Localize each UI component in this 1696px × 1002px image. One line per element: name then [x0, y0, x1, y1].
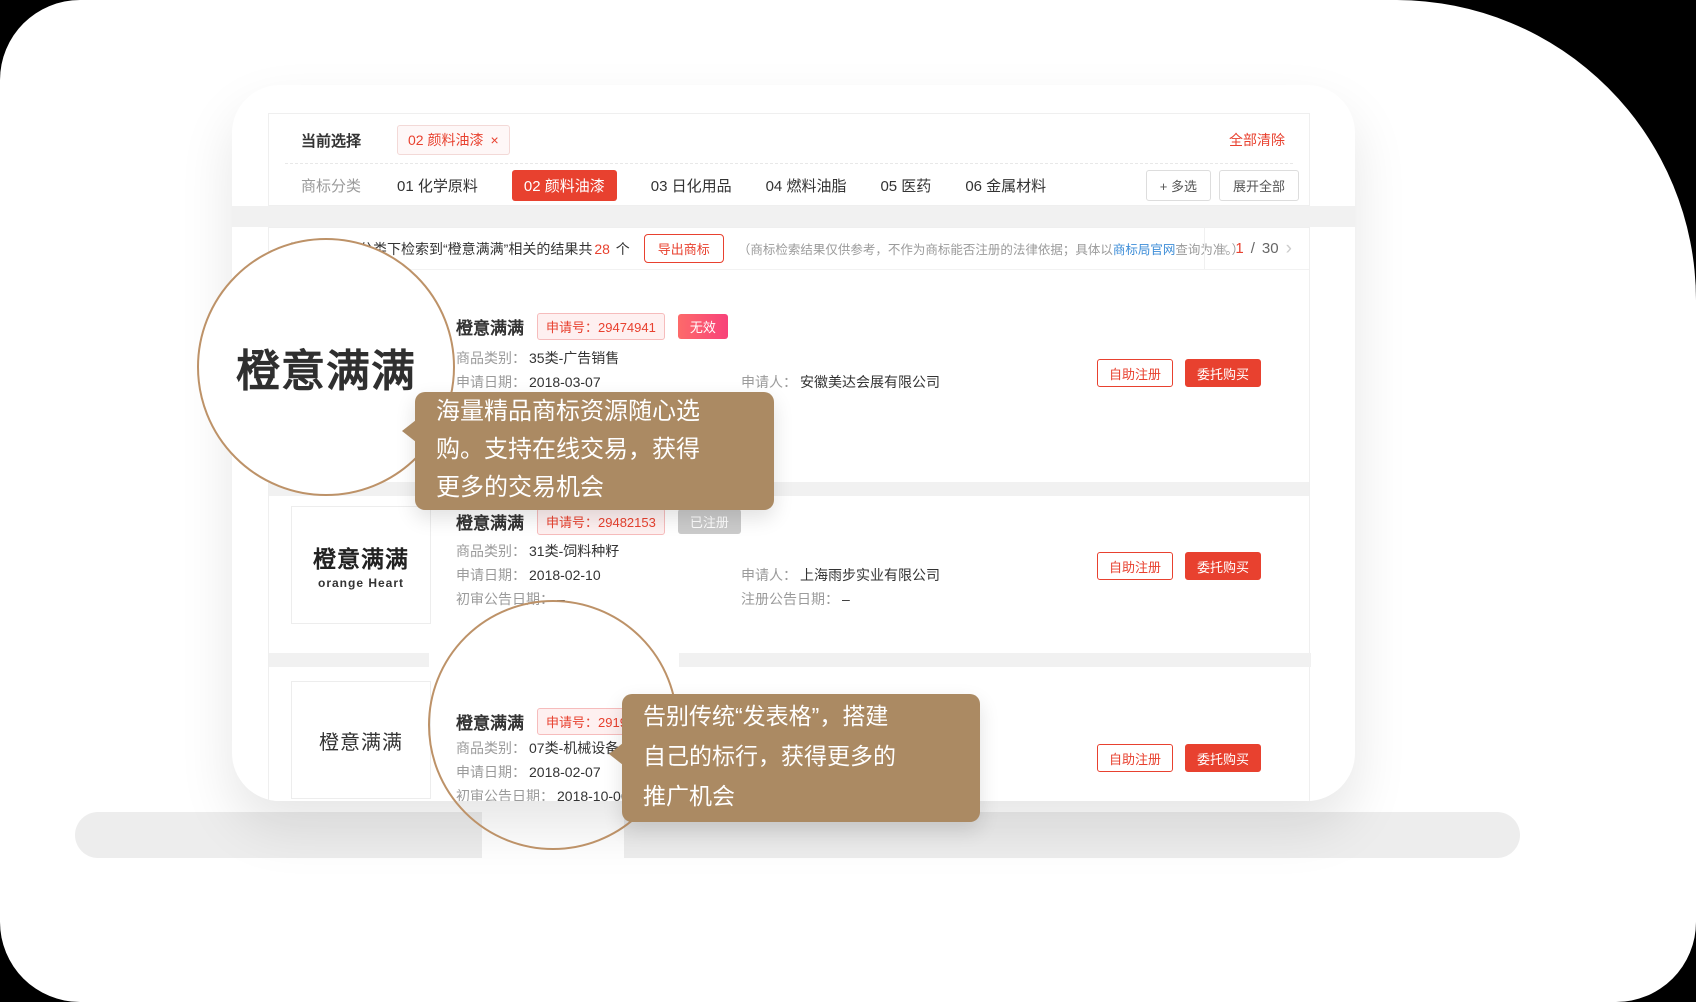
- category-item-06[interactable]: 06 金属材料: [965, 175, 1046, 196]
- category-item-05[interactable]: 05 医药: [880, 175, 931, 196]
- self-register-button[interactable]: 自助注册: [1097, 359, 1173, 387]
- close-icon[interactable]: ×: [490, 132, 498, 148]
- application-number-badge: 申请号：29474941: [537, 313, 665, 340]
- field-apply-date: 申请日期：2018-02-10: [456, 565, 601, 585]
- field-applicant: 申请人：安徽美达会展有限公司: [741, 372, 940, 392]
- pagination: ‹ 1 / 30 ›: [1204, 228, 1309, 269]
- trademark-image-tile[interactable]: 橙意满满 orange Heart: [291, 506, 431, 624]
- field-category: 商品类别：35类-广告销售: [456, 348, 619, 368]
- export-trademarks-button[interactable]: 导出商标: [644, 234, 724, 263]
- trademark-name: 橙意满满: [456, 314, 524, 339]
- trademark-name: 橙意满满: [456, 509, 524, 534]
- dashed-divider: [285, 163, 1293, 164]
- page-canvas: 当前选择 02 颜料油漆 × 全部清除 商标分类 01 化学原料 02 颜料油漆…: [0, 0, 1696, 1002]
- section-divider-strip: [232, 206, 1355, 227]
- status-badge: 无效: [678, 314, 728, 339]
- pagination-current: 1: [1235, 240, 1243, 257]
- callout-tooltip-promotion: 告别传统“发表格”，搭建 自己的标行，获得更多的 推广机会: [622, 694, 980, 822]
- chevron-right-icon[interactable]: ›: [1286, 239, 1292, 258]
- result-row-2: 橙意满满 orange Heart 橙意满满 申请号：29482153 已注册 …: [269, 495, 1309, 653]
- field-category: 商品类别：31类-饲料种籽: [456, 541, 619, 561]
- results-count: 28: [594, 241, 610, 257]
- field-applicant: 申请人：上海雨步实业有限公司: [741, 565, 940, 585]
- callout-tooltip-marketplace: 海量精品商标资源随心选 购。支持在线交易，获得 更多的交易机会: [415, 392, 774, 510]
- tooltip-arrow-icon: [402, 420, 416, 442]
- field-apply-date: 申请日期：2018-03-07: [456, 372, 601, 392]
- category-item-02-selected[interactable]: 02 颜料油漆: [512, 170, 617, 201]
- category-item-04[interactable]: 04 燃料油脂: [766, 175, 847, 196]
- current-selection-label: 当前选择: [301, 130, 361, 151]
- magnified-trademark-text: 橙意满满: [236, 335, 416, 399]
- results-disclaimer: （商标检索结果仅供参考，不作为商标能否注册的法律依据；具体以商标局官网查询为准。…: [738, 239, 1244, 258]
- field-registration-publication: 注册公告日期：–: [741, 589, 850, 609]
- trademark-office-link[interactable]: 商标局官网: [1113, 243, 1176, 257]
- category-label: 商标分类: [301, 175, 361, 196]
- multi-select-button[interactable]: + 多选: [1146, 170, 1211, 201]
- category-item-03[interactable]: 03 日化用品: [651, 175, 732, 196]
- laptop-base-left: [75, 812, 482, 858]
- current-selection-row: 当前选择 02 颜料油漆 × 全部清除: [301, 120, 1285, 160]
- filter-panel: 当前选择 02 颜料油漆 × 全部清除 商标分类 01 化学原料 02 颜料油漆…: [268, 113, 1310, 206]
- tooltip-arrow-icon: [609, 743, 623, 765]
- entrust-purchase-button[interactable]: 委托购买: [1185, 359, 1261, 387]
- results-header: 为您在当前分类下检索到“橙意满满”相关的结果共28 个 导出商标 （商标检索结果…: [269, 228, 1309, 270]
- clear-all-link[interactable]: 全部清除: [1229, 130, 1285, 150]
- entrust-purchase-button[interactable]: 委托购买: [1185, 744, 1261, 772]
- row-divider-band: [679, 653, 1311, 667]
- trademark-image-tile[interactable]: 橙意满满: [291, 681, 431, 799]
- category-row: 商标分类 01 化学原料 02 颜料油漆 03 日化用品 04 燃料油脂 05 …: [301, 170, 1299, 200]
- self-register-button[interactable]: 自助注册: [1097, 744, 1173, 772]
- row-divider-band: [269, 653, 429, 667]
- self-register-button[interactable]: 自助注册: [1097, 552, 1173, 580]
- entrust-purchase-button[interactable]: 委托购买: [1185, 552, 1261, 580]
- status-badge: 已注册: [678, 509, 741, 534]
- application-number-badge: 申请号：29482153: [537, 508, 665, 535]
- category-item-01[interactable]: 01 化学原料: [397, 175, 478, 196]
- selected-filter-tag-text: 02 颜料油漆: [408, 130, 483, 150]
- pagination-total: 30: [1262, 240, 1279, 257]
- selected-filter-tag: 02 颜料油漆 ×: [397, 125, 510, 155]
- chevron-left-icon[interactable]: ‹: [1222, 239, 1228, 258]
- expand-all-button[interactable]: 展开全部: [1219, 170, 1299, 201]
